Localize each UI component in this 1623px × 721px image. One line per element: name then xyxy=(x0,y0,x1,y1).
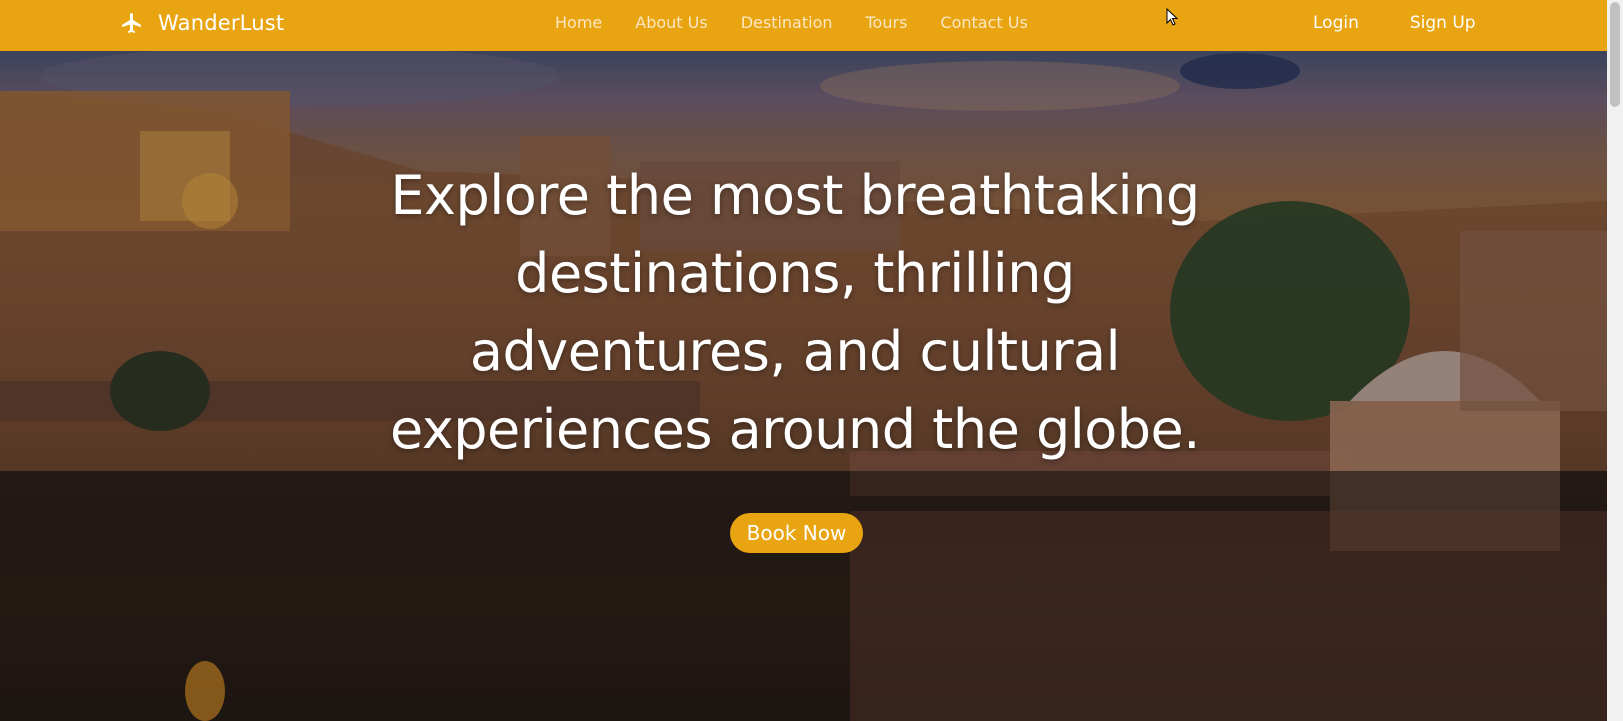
hero-headline: Explore the most breathtaking destinatio… xyxy=(390,164,1200,461)
main-nav: Home About Us Destination Tours Contact … xyxy=(555,0,1028,45)
hero-section: Explore the most breathtaking destinatio… xyxy=(0,51,1607,721)
nav-about-us[interactable]: About Us xyxy=(635,13,707,32)
book-now-button[interactable]: Book Now xyxy=(730,513,863,553)
navbar: WanderLust Home About Us Destination Tou… xyxy=(0,0,1607,51)
auth-links: Login Sign Up xyxy=(1313,0,1476,45)
signup-link[interactable]: Sign Up xyxy=(1410,13,1476,33)
page: Explore the most breathtaking destinatio… xyxy=(0,0,1623,721)
mouse-cursor-icon xyxy=(1166,8,1178,26)
login-link[interactable]: Login xyxy=(1313,13,1359,33)
page-scrollbar[interactable] xyxy=(1607,0,1623,721)
nav-contact-us[interactable]: Contact Us xyxy=(940,13,1027,32)
airplane-icon xyxy=(120,11,144,35)
scrollbar-thumb[interactable] xyxy=(1610,2,1620,107)
nav-tours[interactable]: Tours xyxy=(866,13,908,32)
nav-destination[interactable]: Destination xyxy=(741,13,833,32)
brand-logo[interactable]: WanderLust xyxy=(120,0,284,45)
brand-name: WanderLust xyxy=(158,10,285,35)
nav-home[interactable]: Home xyxy=(555,13,602,32)
